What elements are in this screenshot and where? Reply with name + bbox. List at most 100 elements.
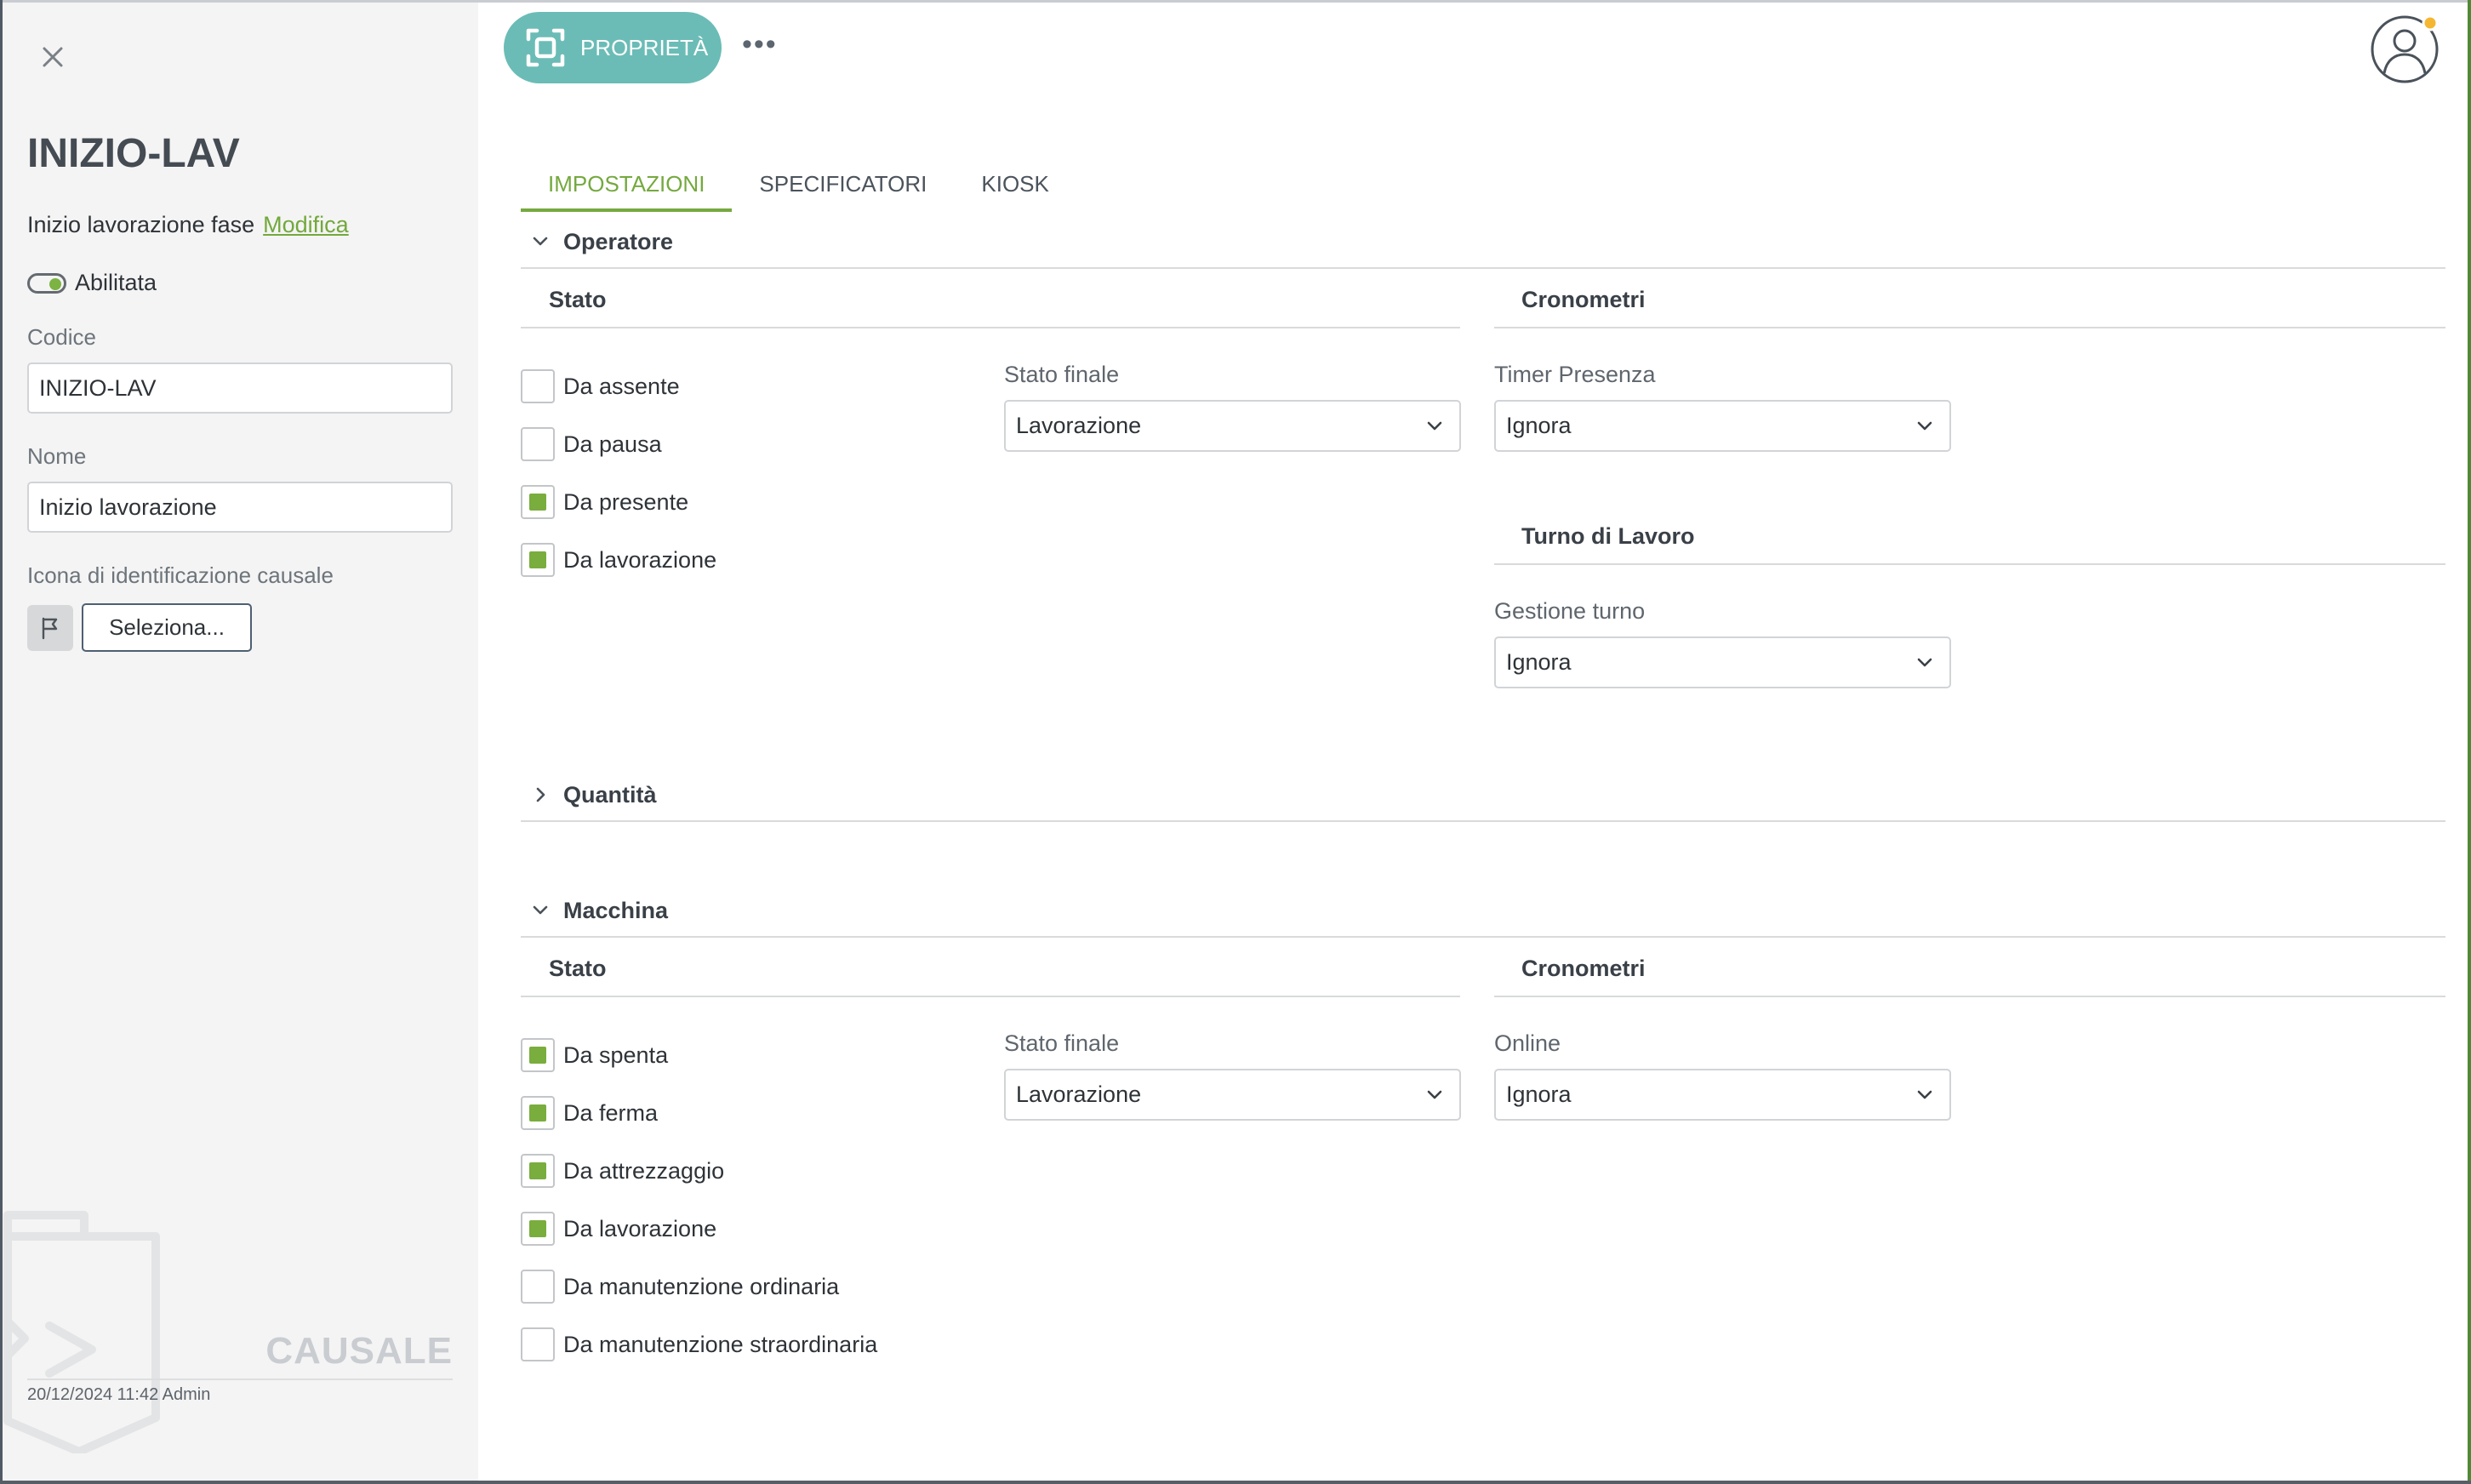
section-operatore-header[interactable]: Operatore	[521, 225, 2445, 259]
select-icon-button[interactable]: Seleziona...	[82, 603, 252, 652]
tab-kiosk[interactable]: KIOSK	[954, 156, 1076, 212]
group-divider	[1494, 996, 2445, 997]
checkbox-box[interactable]	[521, 1096, 555, 1130]
checkbox-da-spenta[interactable]: Da spenta	[521, 1038, 668, 1072]
select-value: Lavorazione	[1016, 413, 1142, 438]
select-value: Ignora	[1506, 1082, 1572, 1107]
record-description: Inizio lavorazione fase Modifica	[27, 212, 349, 238]
checkbox-box[interactable]	[521, 1038, 555, 1072]
shift-management-label: Gestione turno	[1494, 598, 1646, 624]
timer-presence-select[interactable]: Ignora	[1494, 400, 1951, 452]
description-text: Inizio lavorazione fase	[27, 212, 255, 237]
group-divider	[521, 996, 1460, 997]
checkbox-label: Da lavorazione	[563, 546, 717, 573]
operator-final-state-label: Stato finale	[1004, 362, 1120, 387]
operator-final-state-select[interactable]: Lavorazione	[1004, 400, 1461, 452]
close-icon	[43, 47, 63, 67]
last-modified: 20/12/2024 11:42 Admin	[27, 1385, 211, 1404]
enabled-label: Abilitata	[75, 270, 157, 295]
checkbox-da-presente[interactable]: Da presente	[521, 485, 688, 519]
section-macchina-header[interactable]: Macchina	[521, 893, 2445, 928]
checkbox-da-assente[interactable]: Da assente	[521, 369, 680, 403]
machine-state-title: Stato	[549, 956, 607, 981]
chevron-down-icon	[1427, 421, 1442, 430]
machine-final-state-select[interactable]: Lavorazione	[1004, 1069, 1461, 1121]
machine-timers-title: Cronometri	[1521, 956, 1646, 981]
timer-presence-label: Timer Presenza	[1494, 362, 1656, 387]
flag-icon	[42, 617, 58, 640]
checkbox-da-manutenzione-straordinaria[interactable]: Da manutenzione straordinaria	[521, 1327, 877, 1361]
checkbox-label: Da spenta	[563, 1042, 669, 1068]
checkbox-box[interactable]	[521, 427, 555, 461]
tab-impostazioni[interactable]: IMPOSTAZIONI	[521, 156, 733, 212]
section-divider	[521, 820, 2445, 822]
checkbox-da-lavorazione[interactable]: Da lavorazione	[521, 543, 716, 577]
window-bottom-edge	[0, 1481, 2471, 1484]
checkbox-label: Da attrezzaggio	[563, 1157, 725, 1184]
user-avatar-button[interactable]	[2369, 14, 2440, 85]
main-content: PROPRIETÀ ••• IMPOSTAZIONI SPECIFICATORI…	[478, 3, 2468, 1481]
window-right-edge	[2468, 0, 2471, 1484]
properties-button-label: PROPRIETÀ	[580, 34, 709, 60]
section-divider	[521, 267, 2445, 269]
checkbox-box[interactable]	[521, 1154, 555, 1188]
operator-timers-title: Cronometri	[1521, 287, 1646, 312]
clipboard-icon	[3, 1211, 160, 1453]
checkbox-box[interactable]	[521, 485, 555, 519]
code-label: Codice	[27, 324, 96, 350]
checkbox-box[interactable]	[521, 1327, 555, 1361]
checkbox-label: Da manutenzione straordinaria	[563, 1331, 878, 1357]
group-divider	[1494, 327, 2445, 328]
icon-preview	[27, 605, 73, 651]
section-divider	[521, 936, 2445, 938]
checkbox-label: Da ferma	[563, 1099, 659, 1126]
checkbox-box[interactable]	[521, 369, 555, 403]
user-avatar-icon	[2371, 14, 2439, 83]
enabled-toggle[interactable]	[27, 272, 66, 294]
footer-divider	[27, 1378, 453, 1380]
checkbox-label: Da assente	[563, 373, 680, 399]
checkbox-da-attrezzaggio[interactable]: Da attrezzaggio	[521, 1154, 724, 1188]
shift-management-select[interactable]: Ignora	[1494, 636, 1951, 688]
more-options-button[interactable]: •••	[742, 28, 778, 61]
checkbox-label: Da lavorazione	[563, 1215, 717, 1241]
checkbox-label: Da manutenzione ordinaria	[563, 1273, 840, 1299]
machine-final-state-label: Stato finale	[1004, 1030, 1120, 1056]
chevron-down-icon	[533, 905, 548, 915]
checkbox-da-ferma[interactable]: Da ferma	[521, 1096, 658, 1130]
details-sidebar: INIZIO-LAV Inizio lavorazione fase Modifi…	[3, 3, 478, 1481]
checkbox-label: Da pausa	[563, 431, 662, 457]
online-select[interactable]: Ignora	[1494, 1069, 1951, 1121]
select-value: Ignora	[1506, 413, 1572, 438]
properties-button[interactable]: PROPRIETÀ	[504, 12, 722, 83]
section-quantita-header[interactable]: Quantità	[521, 778, 2445, 812]
checkbox-box[interactable]	[521, 543, 555, 577]
name-label: Nome	[27, 443, 87, 469]
checkbox-da-pausa[interactable]: Da pausa	[521, 427, 662, 461]
code-input[interactable]	[27, 362, 453, 414]
tab-specificatori[interactable]: SPECIFICATORI	[732, 156, 954, 212]
checkbox-label: Da presente	[563, 488, 689, 515]
select-value: Ignora	[1506, 649, 1572, 675]
group-divider	[1494, 563, 2445, 565]
tab-bar: IMPOSTAZIONI SPECIFICATORI KIOSK	[521, 156, 1076, 212]
chevron-down-icon	[533, 237, 548, 246]
chevron-down-icon	[1917, 658, 1932, 666]
section-macchina-title: Macchina	[563, 897, 669, 923]
group-divider	[521, 327, 1460, 328]
icon-label: Icona di identificazione causale	[27, 562, 334, 588]
select-value: Lavorazione	[1016, 1082, 1142, 1107]
checkbox-da-manutenzione-ordinaria[interactable]: Da manutenzione ordinaria	[521, 1270, 839, 1304]
name-input[interactable]	[27, 482, 453, 533]
shift-title: Turno di Lavoro	[1521, 523, 1695, 549]
edit-description-link[interactable]: Modifica	[263, 212, 349, 237]
entity-type-label: CAUSALE	[265, 1330, 453, 1372]
close-button[interactable]	[37, 41, 69, 73]
enabled-toggle-row[interactable]: Abilitata	[27, 270, 157, 296]
chevron-down-icon	[1917, 421, 1932, 430]
section-quantita-title: Quantità	[563, 781, 657, 808]
checkbox-box[interactable]	[521, 1212, 555, 1246]
checkbox-da-lavorazione-macchina[interactable]: Da lavorazione	[521, 1212, 716, 1246]
checkbox-box[interactable]	[521, 1270, 555, 1304]
record-title: INIZIO-LAV	[27, 131, 240, 176]
